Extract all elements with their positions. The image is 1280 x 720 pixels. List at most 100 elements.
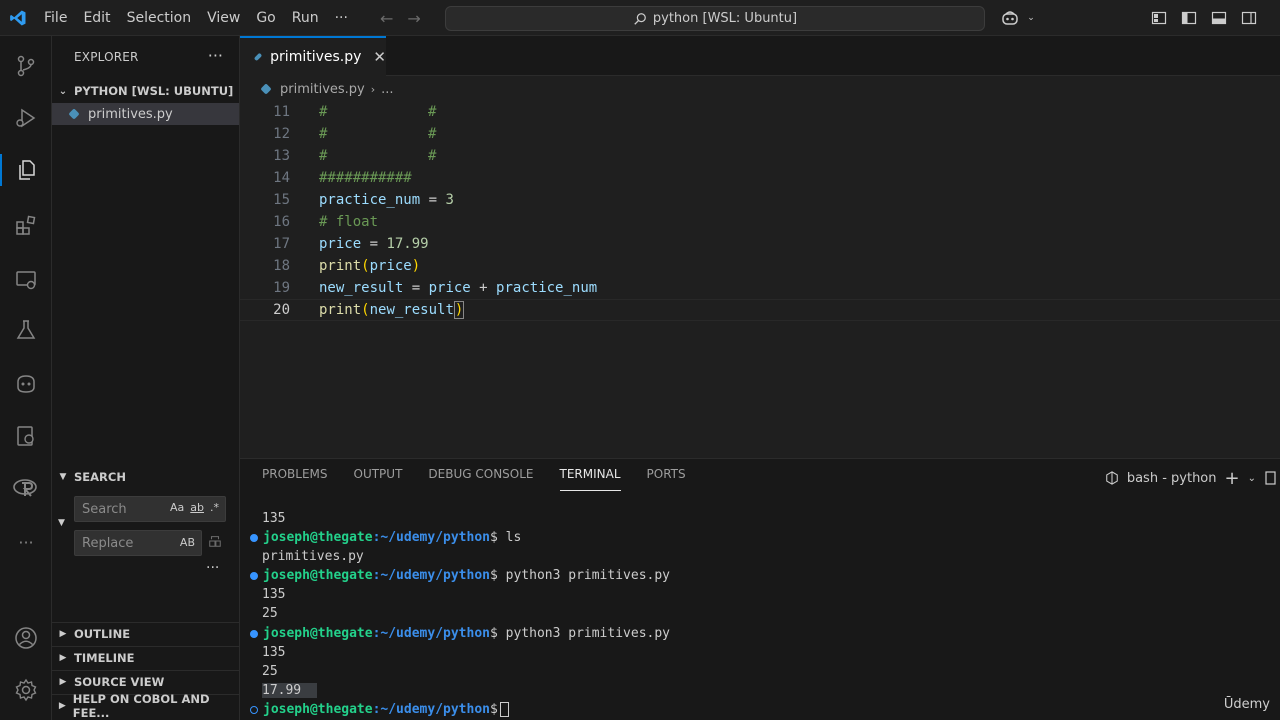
menu-run[interactable]: Run <box>284 0 327 36</box>
line-number: 15 <box>273 192 290 208</box>
terminal-prompt-line: joseph@thegate:~/udemy/python $ ls <box>250 528 521 547</box>
source-view-section-title: SOURCE VIEW <box>74 674 165 689</box>
explorer-icon[interactable] <box>0 146 52 194</box>
replace-all-icon[interactable] <box>208 534 222 552</box>
command-decoration-icon[interactable] <box>250 571 258 580</box>
code-line: 16 # float <box>240 211 1280 233</box>
source-view-section[interactable]: ▶ SOURCE VIEW <box>52 670 240 692</box>
menu-go[interactable]: Go <box>248 0 283 36</box>
search-icon <box>634 12 646 25</box>
terminal-dropdown-chevron-icon[interactable]: ⌄ <box>1248 473 1256 484</box>
manage-gear-icon[interactable] <box>0 666 52 714</box>
maximize-panel-icon[interactable] <box>1264 471 1276 485</box>
copilot-chevron-down-icon[interactable]: ⌄ <box>1024 0 1038 36</box>
code-line: 13 # # <box>240 145 1280 167</box>
explorer-title: EXPLORER <box>74 50 139 64</box>
more-views-icon[interactable]: ··· <box>0 518 52 566</box>
code-line: 12 # # <box>240 123 1280 145</box>
terminal-prompt-line: joseph@thegate:~/udemy/python $ python3 p… <box>250 566 670 585</box>
menu-file[interactable]: File <box>36 0 75 36</box>
workspace-folder[interactable]: ⌄ PYTHON [WSL: UBUNTU] <box>52 80 240 102</box>
toggle-primary-sidebar-icon[interactable] <box>1178 7 1200 29</box>
line-number: 18 <box>273 258 290 274</box>
replace-placeholder: Replace <box>82 535 134 551</box>
explorer-more-actions-icon[interactable]: ··· <box>208 46 223 65</box>
accounts-icon[interactable] <box>0 614 52 662</box>
source-control-icon[interactable] <box>0 42 52 90</box>
tab-ports[interactable]: PORTS <box>647 467 686 491</box>
forward-arrow-icon[interactable]: → <box>407 9 420 28</box>
remote-explorer-icon[interactable] <box>0 256 52 304</box>
search-section: ▼ SEARCH Search Aa ab .* ▼ Replace AB ··… <box>52 466 240 576</box>
menu-selection[interactable]: Selection <box>119 0 200 36</box>
search-input[interactable]: Search Aa ab .* <box>74 496 226 522</box>
toggle-secondary-sidebar-icon[interactable] <box>1238 7 1260 29</box>
file-item-label: primitives.py <box>88 106 173 122</box>
search-section-header[interactable]: ▼ SEARCH <box>52 466 240 488</box>
command-center[interactable]: python [WSL: Ubuntu] <box>445 6 985 31</box>
breadcrumb-rest[interactable]: ... <box>381 82 393 97</box>
tab-primitives[interactable]: primitives.py ✕ <box>240 36 386 76</box>
breadcrumb: primitives.py › ... <box>240 78 394 100</box>
toggle-panel-icon[interactable] <box>1208 7 1230 29</box>
code-text: print(new_result) <box>319 301 465 319</box>
menu-more[interactable]: ··· <box>327 0 356 36</box>
file-item-primitives[interactable]: primitives.py <box>52 103 239 125</box>
match-whole-word-toggle[interactable]: ab <box>190 501 204 514</box>
customize-layout-icon[interactable] <box>1148 7 1170 29</box>
close-icon[interactable]: ✕ <box>373 48 386 66</box>
toggle-replace-chevron-icon[interactable]: ▼ <box>58 518 65 528</box>
search-details-more-icon[interactable]: ··· <box>206 560 219 576</box>
match-case-toggle[interactable]: Aa <box>170 501 184 514</box>
testing-flask-icon[interactable] <box>0 306 52 354</box>
copilot-chat-icon[interactable] <box>0 360 52 408</box>
tab-problems[interactable]: PROBLEMS <box>262 467 328 491</box>
editor-tabs: primitives.py ✕ <box>240 36 1280 76</box>
tab-output[interactable]: OUTPUT <box>354 467 403 491</box>
title-bar: File Edit Selection View Go Run ··· ← → … <box>0 0 1280 36</box>
tab-label: primitives.py <box>270 49 362 65</box>
run-debug-icon[interactable] <box>0 94 52 142</box>
tab-terminal[interactable]: TERMINAL <box>559 467 621 491</box>
replace-input[interactable]: Replace AB <box>74 530 202 556</box>
help-cobol-section[interactable]: ▶ HELP ON COBOL AND FEE... <box>52 692 240 720</box>
terminal-line: 25 <box>262 606 278 621</box>
code-editor[interactable]: 11 # # 12 # # 13 # # 14 ########### 15 prac… <box>240 100 1280 456</box>
copilot-area: ⌄ <box>996 0 1038 36</box>
r-language-icon[interactable] <box>0 464 52 512</box>
extensions-icon[interactable] <box>0 202 52 250</box>
back-arrow-icon[interactable]: ← <box>380 9 393 28</box>
code-line: 15 practice_num = 3 <box>240 189 1280 211</box>
command-decoration-icon[interactable] <box>250 629 258 638</box>
breadcrumb-file[interactable]: primitives.py <box>280 82 365 97</box>
vscode-logo-icon <box>0 0 36 36</box>
tab-debug-console[interactable]: DEBUG CONSOLE <box>428 467 533 491</box>
chevron-right-icon: › <box>370 82 376 96</box>
code-text: practice_num = 3 <box>319 192 454 208</box>
docker-settings-icon[interactable] <box>0 412 52 460</box>
timeline-section-title: TIMELINE <box>74 650 135 665</box>
preserve-case-toggle[interactable]: AB <box>180 536 195 549</box>
regex-toggle[interactable]: .* <box>210 501 219 514</box>
line-number: 13 <box>273 148 290 164</box>
udemy-watermark: Ūdemy <box>1223 697 1270 712</box>
menu-edit[interactable]: Edit <box>75 0 118 36</box>
search-options: Aa ab .* <box>170 501 219 514</box>
command-decoration-icon[interactable] <box>250 533 258 542</box>
python-file-icon <box>253 52 263 62</box>
chevron-down-icon: ▼ <box>59 472 67 482</box>
code-text: ########### <box>319 170 412 186</box>
menu-view[interactable]: View <box>199 0 248 36</box>
menu-bar: File Edit Selection View Go Run ··· <box>36 0 356 36</box>
outline-section[interactable]: ▶ OUTLINE <box>52 622 240 644</box>
terminal-name[interactable]: bash - python <box>1127 471 1217 486</box>
line-number: 20 <box>273 302 290 318</box>
editor-scrollbar[interactable] <box>1266 100 1280 456</box>
timeline-section[interactable]: ▶ TIMELINE <box>52 646 240 668</box>
workspace-folder-label: PYTHON [WSL: UBUNTU] <box>74 84 234 98</box>
code-text: # # <box>319 126 437 142</box>
new-terminal-plus-icon[interactable]: + <box>1225 468 1240 489</box>
command-decoration-icon[interactable] <box>250 705 258 714</box>
copilot-icon[interactable] <box>996 0 1024 36</box>
chevron-down-icon: ⌄ <box>58 85 68 97</box>
